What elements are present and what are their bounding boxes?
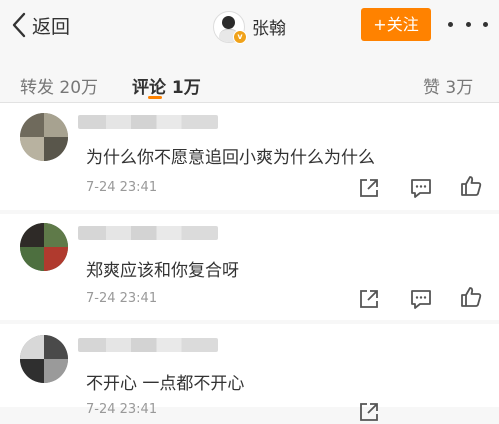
commenter-name-blurred[interactable] (78, 115, 218, 129)
comment-time: 7-24 23:41 (86, 402, 158, 417)
share-icon[interactable] (357, 176, 381, 200)
follow-button[interactable]: +关注 (361, 8, 431, 41)
share-icon[interactable] (357, 400, 381, 424)
comment-text: 为什么你不愿意追回小爽为什么为什么 (86, 148, 375, 168)
commenter-avatar[interactable] (20, 335, 68, 383)
detail-tabs: 转发 20万 评论 1万 赞 3万 (0, 50, 499, 103)
tab-repost[interactable]: 转发 20万 (20, 73, 98, 98)
tab-comments[interactable]: 评论 1万 (132, 73, 201, 98)
comment-item: 郑爽应该和你复合呀 7-24 23:41 (0, 214, 499, 320)
commenter-name-blurred[interactable] (78, 338, 218, 352)
active-tab-indicator (148, 96, 162, 99)
comment-time: 7-24 23:41 (86, 291, 158, 306)
commenter-avatar[interactable] (20, 113, 68, 161)
top-nav-bar: 返回 v 张翰 +关注 (0, 0, 499, 50)
back-button[interactable]: 返回 (10, 10, 70, 40)
comment-item: 不开心 一点都不开心 7-24 23:41 (0, 324, 499, 421)
comment-text: 郑爽应该和你复合呀 (86, 261, 239, 281)
comment-time: 7-24 23:41 (86, 180, 158, 195)
commenter-avatar[interactable] (20, 223, 68, 271)
verified-badge-icon: v (233, 30, 247, 44)
comment-text: 不开心 一点都不开心 (86, 374, 245, 394)
comment-item: 为什么你不愿意追回小爽为什么为什么 7-24 23:41 (0, 103, 499, 210)
tab-likes[interactable]: 赞 3万 (423, 73, 473, 98)
chevron-left-icon (10, 11, 28, 39)
commenter-name-blurred[interactable] (78, 226, 218, 240)
comment-icon[interactable] (409, 287, 433, 311)
thumbs-up-icon[interactable] (459, 174, 483, 198)
comment-icon[interactable] (409, 176, 433, 200)
more-dots-icon[interactable] (448, 14, 488, 34)
back-label: 返回 (32, 15, 71, 38)
share-icon[interactable] (357, 287, 381, 311)
thumbs-up-icon[interactable] (459, 285, 483, 309)
user-name[interactable]: 张翰 (252, 14, 286, 39)
